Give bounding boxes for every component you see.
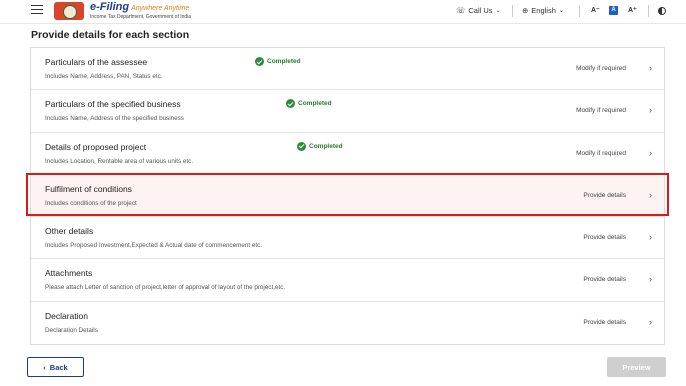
font-normal-button[interactable]: A <box>609 6 618 15</box>
check-circle-icon <box>297 141 306 151</box>
section-row-declaration[interactable]: Declaration Declaration Details Provide … <box>31 301 664 345</box>
chevron-right-icon[interactable]: › <box>649 63 652 73</box>
font-increase-button[interactable]: A⁺ <box>628 6 637 14</box>
contrast-toggle-icon[interactable] <box>658 7 666 15</box>
provide-details-link[interactable]: Provide details <box>583 192 626 199</box>
section-title: Fulfilment of conditions <box>45 183 132 194</box>
section-title: Declaration <box>45 310 88 321</box>
chevron-down-icon: ⌄ <box>558 8 564 14</box>
chevron-right-icon[interactable]: › <box>649 274 652 284</box>
divider <box>648 5 649 17</box>
provide-details-link[interactable]: Provide details <box>583 319 626 326</box>
section-row-attachments[interactable]: Attachments Please attach Letter of sanc… <box>31 259 664 302</box>
section-description: Includes Proposed Investment,Expected & … <box>45 242 263 250</box>
section-title: Details of proposed project <box>45 141 147 152</box>
chevron-right-icon[interactable]: › <box>649 105 652 115</box>
chevron-right-icon[interactable]: › <box>649 317 652 327</box>
section-row-specified-business[interactable]: Particulars of the specified business In… <box>31 90 664 133</box>
completed-badge: Completed <box>297 141 343 151</box>
section-description: Please attach Letter of sanction of proj… <box>45 284 286 292</box>
check-circle-icon <box>255 57 264 66</box>
check-circle-icon <box>286 99 295 109</box>
modify-link[interactable]: Modify if required <box>576 107 626 114</box>
divider <box>512 5 513 17</box>
globe-icon: ⊕ <box>522 6 529 15</box>
completed-badge: Completed <box>286 99 332 109</box>
phone-icon: ☏ <box>456 6 466 15</box>
section-row-other-details[interactable]: Other details Includes Proposed Investme… <box>31 217 664 260</box>
section-description: Includes Location, Rentable area of vari… <box>45 157 194 165</box>
provide-details-link[interactable]: Provide details <box>583 276 626 283</box>
chevron-down-icon: ⌄ <box>495 8 501 14</box>
back-button[interactable]: ‹ Back <box>27 357 84 377</box>
section-title: Particulars of the specified business <box>45 99 181 110</box>
provide-details-link[interactable]: Provide details <box>583 234 626 241</box>
call-us-label: Call Us <box>468 6 493 15</box>
efiling-logo-title[interactable]: e-Filing Anywhere Anytime <box>90 1 189 13</box>
section-list: Particulars of the assessee Includes Nam… <box>30 47 665 346</box>
chevron-right-icon[interactable]: › <box>649 232 652 242</box>
section-title: Particulars of the assessee <box>45 57 148 67</box>
section-row-assessee[interactable]: Particulars of the assessee Includes Nam… <box>31 48 664 91</box>
back-button-label: Back <box>49 362 68 372</box>
section-title: Other details <box>45 226 94 237</box>
modify-link[interactable]: Modify if required <box>576 65 626 72</box>
language-selector[interactable]: ⊕ English ⌄ <box>522 6 564 15</box>
call-us-menu[interactable]: ☏ Call Us ⌄ <box>456 6 501 15</box>
hamburger-menu-icon[interactable] <box>31 5 43 14</box>
divider <box>579 5 580 17</box>
section-description: Includes Name, Address of the specified … <box>45 115 184 123</box>
page-title: Provide details for each section <box>31 29 190 41</box>
chevron-right-icon[interactable]: › <box>649 148 652 158</box>
status-label: Completed <box>298 100 332 108</box>
section-row-proposed-project[interactable]: Details of proposed project Includes Loc… <box>31 132 664 175</box>
status-label: Completed <box>267 58 301 65</box>
modify-link[interactable]: Modify if required <box>576 150 626 157</box>
section-description: Includes conditions of the project <box>45 199 137 207</box>
preview-button[interactable]: Preview <box>607 357 666 377</box>
top-bar: e-Filing Anywhere Anytime Income Tax Depa… <box>0 0 686 24</box>
section-description: Declaration Details <box>45 326 98 334</box>
section-description: Includes Name, Address, PAN, Status etc. <box>45 73 163 80</box>
logo-tagline: Anywhere Anytime <box>131 5 190 12</box>
language-label: English <box>531 6 556 15</box>
chevron-right-icon[interactable]: › <box>649 190 652 200</box>
logo-subtitle: Income Tax Department, Government of Ind… <box>90 14 192 20</box>
status-label: Completed <box>309 142 343 150</box>
government-emblem-logo <box>54 2 84 20</box>
section-row-fulfilment-of-conditions[interactable]: Fulfilment of conditions Includes condit… <box>31 174 664 218</box>
font-decrease-button[interactable]: A⁻ <box>591 6 600 14</box>
chevron-left-icon: ‹ <box>43 362 46 372</box>
logo-title-text: e-Filing <box>90 1 130 13</box>
completed-badge: Completed <box>255 57 301 66</box>
section-title: Attachments <box>45 268 93 279</box>
